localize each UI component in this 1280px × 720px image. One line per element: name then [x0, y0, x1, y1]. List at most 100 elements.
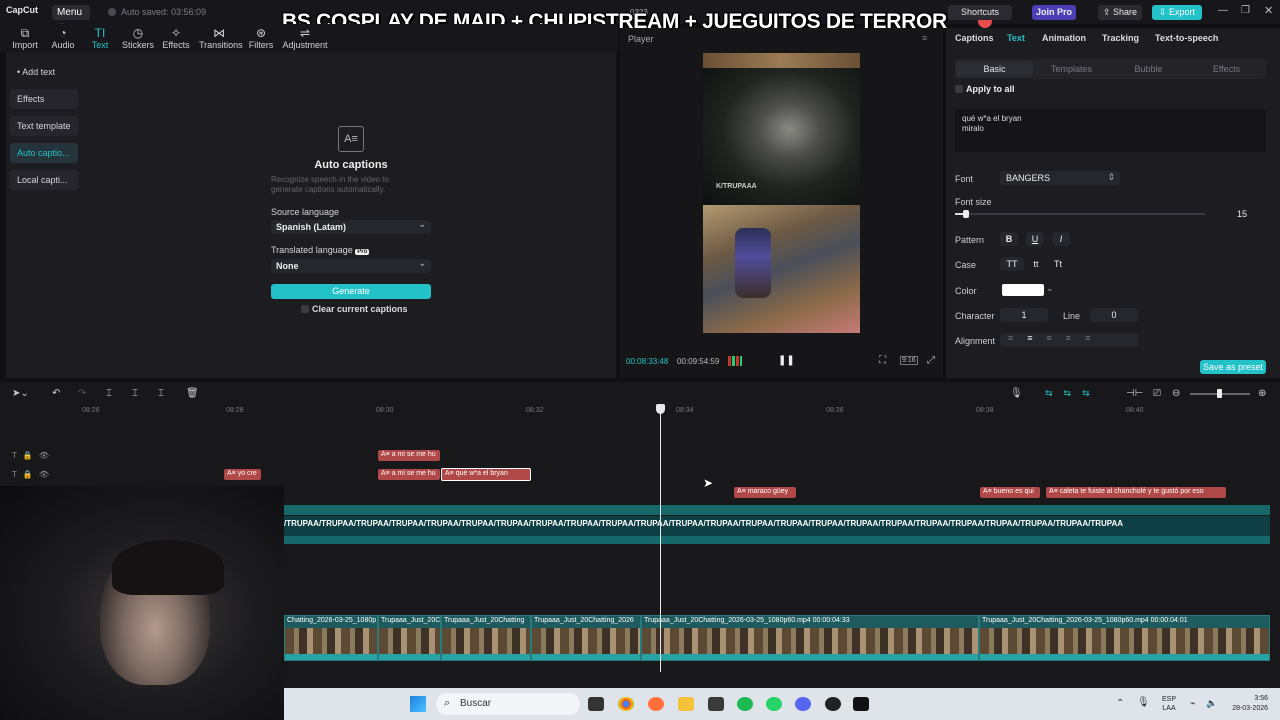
clear-captions-checkbox[interactable]	[301, 305, 309, 313]
watermark-track[interactable]: /TRUPAA/TRUPAA/TRUPAA/TRUPAA/TRUPAA/TRUP…	[284, 516, 1270, 536]
tray-mic-icon[interactable]: 🎙	[1137, 697, 1150, 708]
tool-audio[interactable]: ◔ Audio	[43, 26, 83, 50]
auto-snap-icon[interactable]: ⇆	[1064, 388, 1083, 398]
spotify-icon[interactable]	[737, 697, 753, 711]
start-icon[interactable]	[410, 696, 426, 712]
video-clip[interactable]: Trupaaa_Just_20Chatting_2026-03-25_1080p…	[979, 615, 1270, 661]
tab-captions[interactable]: Captions	[955, 33, 994, 43]
track-controls[interactable]: T🔒👁	[12, 451, 55, 460]
clock[interactable]: 3:56 28-03-2026	[1226, 694, 1268, 714]
tab-tracking[interactable]: Tracking	[1102, 33, 1139, 43]
playhead[interactable]	[660, 404, 661, 672]
align-vertical-icon[interactable]: ≡	[1085, 333, 1104, 343]
caption-clip[interactable]: A≡ a mi se me hu	[378, 469, 440, 480]
delete-icon[interactable]: 🗑	[186, 388, 199, 399]
tool-text[interactable]: TI Text	[80, 26, 120, 50]
linkage-icon[interactable]: ⇆	[1082, 388, 1101, 398]
export-button[interactable]: ⇩ Export	[1152, 5, 1202, 20]
save-preset-button[interactable]: Save as preset	[1200, 360, 1266, 374]
caption-clip[interactable]: A≡ bueno es qui	[980, 487, 1040, 498]
color-dropdown-icon[interactable]: ⌄	[1046, 283, 1054, 294]
firefox-icon[interactable]	[648, 697, 664, 711]
fullscreen-scope-icon[interactable]: ⛶	[879, 355, 886, 366]
task-view-icon[interactable]	[588, 697, 604, 711]
media-player-icon[interactable]	[708, 697, 724, 711]
align-center-icon[interactable]: ≡	[1027, 333, 1046, 343]
font-select[interactable]: BANGERS ⇕	[1000, 171, 1120, 185]
video-clip[interactable]: Trupaaa_Just_20Chatting	[441, 615, 531, 661]
playhead-handle[interactable]	[656, 404, 665, 414]
sidebar-item-effects[interactable]: Effects	[10, 89, 78, 109]
redo-icon[interactable]: ↷	[78, 388, 86, 399]
subtab-basic[interactable]: Basic	[956, 61, 1033, 77]
obs-icon[interactable]	[825, 697, 841, 711]
language-indicator[interactable]: ESP LAA	[1162, 695, 1176, 713]
file-explorer-icon[interactable]	[678, 697, 694, 711]
tab-animation[interactable]: Animation	[1042, 33, 1086, 43]
tool-adjustment[interactable]: ⇌ Adjustment	[282, 26, 328, 50]
menu-button[interactable]: Menu ⌄	[52, 5, 90, 29]
undo-icon[interactable]: ↶	[52, 388, 60, 399]
tool-filters[interactable]: ⊛ Filters	[241, 26, 281, 50]
split-left-icon[interactable]: ⌶	[132, 388, 138, 399]
tool-stickers[interactable]: ◷ Stickers	[118, 26, 158, 50]
tool-effects[interactable]: ✧ Effects	[156, 26, 196, 50]
line-spacing-input[interactable]: 0	[1090, 308, 1138, 322]
caption-clip[interactable]: A≡ a mi se me hu	[378, 450, 440, 461]
font-size-slider[interactable]	[955, 213, 1205, 215]
join-pro-button[interactable]: Join Pro	[1032, 5, 1076, 20]
video-clip[interactable]: Trupaaa_Just_20Chatting_2026	[531, 615, 641, 661]
font-size-input[interactable]: 15	[1215, 207, 1265, 221]
share-button[interactable]: ⇪ Share	[1098, 5, 1142, 20]
volume-icon[interactable]: 🔈	[1206, 698, 1217, 709]
shortcuts-button[interactable]: Shortcuts	[948, 5, 1012, 20]
aspect-ratio-button[interactable]: 9:16	[900, 356, 918, 365]
sidebar-item-add-text[interactable]: • Add text	[10, 62, 78, 82]
apply-all-checkbox[interactable]	[955, 85, 963, 93]
expand-icon[interactable]: ⤢	[927, 355, 935, 366]
sidebar-item-local-captions[interactable]: Local capti...	[10, 170, 78, 190]
split-icon[interactable]: ⌶	[106, 388, 112, 399]
translated-language-select[interactable]: None	[271, 258, 431, 273]
align-justify-icon[interactable]: ≡	[1066, 333, 1085, 343]
zoom-in-icon[interactable]: ⊕	[1258, 388, 1266, 399]
select-tool-icon[interactable]: ➤⌄	[12, 388, 29, 399]
pause-icon[interactable]: ❚❚	[778, 355, 795, 366]
tab-text[interactable]: Text	[1007, 33, 1025, 43]
zoom-slider-handle[interactable]	[1217, 389, 1222, 398]
video-clip[interactable]: Trupaaa_Just_20C	[378, 615, 441, 661]
case-title-button[interactable]: Tt	[1048, 257, 1068, 271]
alignment-group[interactable]: ≡≡≡≡≡	[1000, 333, 1138, 347]
tool-transitions[interactable]: ⋈ Transitions	[199, 26, 243, 50]
tab-text-to-speech[interactable]: Text-to-speech	[1155, 33, 1218, 43]
case-lower-button[interactable]: tt	[1026, 257, 1046, 271]
underline-button[interactable]: U	[1026, 232, 1044, 246]
captions-toggle-icon[interactable]: ⎚	[1153, 388, 1161, 399]
caption-clip[interactable]: A≡ caleta te fuiste al chancholé y te gu…	[1046, 487, 1226, 498]
main-track-magnet-icon[interactable]: ⇆	[1045, 388, 1064, 398]
tray-chevron-icon[interactable]: ⌃	[1116, 698, 1124, 709]
tool-import[interactable]: ⧉ Import	[5, 26, 45, 50]
subtab-effects[interactable]: Effects	[1188, 61, 1265, 77]
track-controls[interactable]: T🔒👁	[12, 470, 55, 479]
caption-clip[interactable]: A≡ yo cre	[224, 469, 261, 480]
color-swatch[interactable]	[1002, 284, 1044, 296]
subtab-templates[interactable]: Templates	[1033, 61, 1110, 77]
caption-clip-selected[interactable]: A≡ qué w*a el bryan	[441, 468, 531, 481]
character-spacing-input[interactable]: 1	[1000, 308, 1048, 322]
bold-button[interactable]: B	[1000, 232, 1018, 246]
case-upper-button[interactable]: TT	[1000, 257, 1024, 271]
source-language-select[interactable]: Spanish (Latam)	[271, 219, 431, 234]
zoom-out-icon[interactable]: ⊖	[1172, 388, 1180, 399]
minimize-icon[interactable]: —	[1218, 5, 1228, 16]
taskbar-search[interactable]: ⌕ Buscar	[436, 693, 580, 715]
generate-button[interactable]: Generate	[271, 284, 431, 299]
sidebar-item-auto-captions[interactable]: Auto captio...	[10, 143, 78, 163]
player-menu-icon[interactable]: ≡	[922, 33, 927, 43]
maximize-icon[interactable]: ❐	[1241, 5, 1250, 16]
split-right-icon[interactable]: ⌶	[158, 388, 164, 399]
video-clip[interactable]: Trupaaa_Just_20Chatting_2026-03-25_1080p…	[641, 615, 979, 661]
subtab-bubble[interactable]: Bubble	[1110, 61, 1187, 77]
capcut-taskbar-icon[interactable]	[853, 697, 869, 711]
align-right-icon[interactable]: ≡	[1047, 333, 1066, 343]
